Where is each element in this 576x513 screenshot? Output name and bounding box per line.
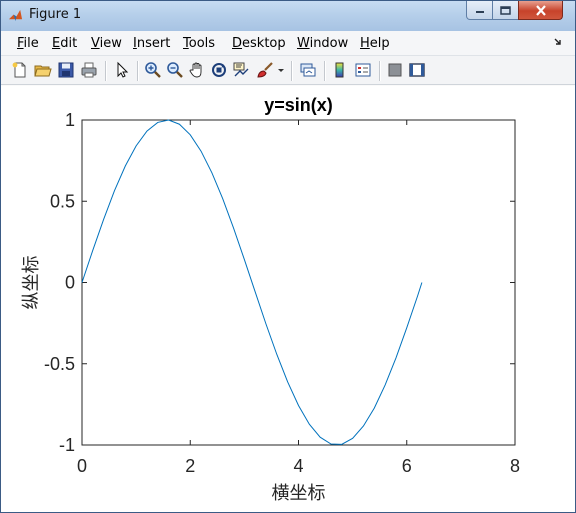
close-icon [535,4,546,16]
y-tick-label: 1 [65,110,75,130]
menu-bar: File Edit View Insert Tools Desktop Wind… [1,31,575,55]
open-file-icon[interactable] [34,61,52,79]
y-tick-label: 0 [65,273,75,293]
data-cursor-icon[interactable] [232,61,250,79]
y-tick-label: -0.5 [44,354,75,374]
x-axis-label: 横坐标 [272,483,326,504]
menu-tools[interactable]: Tools [183,36,215,51]
title-bar[interactable]: Figure 1 [1,1,575,31]
menu-window[interactable]: Window [297,36,348,51]
pan-hand-icon[interactable] [188,61,206,79]
arrow-pointer-icon[interactable] [113,61,131,79]
y-tick-label: 0.5 [50,191,75,211]
link-plot-icon[interactable] [299,61,317,79]
menu-edit[interactable]: Edit [52,36,77,51]
menu-help[interactable]: Help [360,36,390,51]
menu-file[interactable]: File [17,36,39,51]
figure-window: Figure 1 File Edit View Insert Tools Des… [0,0,576,513]
chevron-down-icon[interactable] [277,61,285,79]
y-axis-label: 纵坐标 [21,256,42,310]
y-tick-label: -1 [59,435,75,455]
minimize-icon [475,11,484,13]
legend-icon[interactable] [354,61,372,79]
menu-view[interactable]: View [91,36,122,51]
x-tick-label: 4 [293,456,303,476]
print-icon[interactable] [80,61,98,79]
toolbar-separator [379,61,381,81]
figure-canvas: 0 2 4 6 8 -1 -0.5 0 0.5 1 y=sin(x) 横坐标 纵坐标 [1,86,575,512]
toolbar-separator [105,61,107,81]
x-tick-label: 2 [185,456,195,476]
toolbar-separator [324,61,326,81]
close-button[interactable] [518,1,563,20]
toolbar-separator [137,61,139,81]
brush-icon[interactable] [256,61,274,79]
x-tick-label: 8 [510,456,520,476]
new-figure-icon[interactable] [11,61,29,79]
menu-desktop[interactable]: Desktop [232,36,286,51]
axes-frame [81,119,516,446]
dock-arrow-icon[interactable] [553,37,563,47]
colorbar-icon[interactable] [331,61,349,79]
save-icon[interactable] [57,61,75,79]
x-tick-label: 6 [402,456,412,476]
line-chart[interactable]: 0 2 4 6 8 -1 -0.5 0 0.5 1 y=sin(x) 横坐标 纵坐标 [1,86,575,512]
maximize-icon [500,5,511,15]
zoom-in-icon[interactable] [144,61,162,79]
hide-plot-tools-icon[interactable] [386,61,404,79]
toolbar [1,55,575,85]
matlab-logo-icon [8,9,23,22]
minimize-button[interactable] [466,1,493,20]
x-tick-label: 0 [77,456,87,476]
toolbar-separator [291,61,293,81]
zoom-out-icon[interactable] [166,61,184,79]
chart-title: y=sin(x) [264,95,333,115]
menu-insert[interactable]: Insert [133,36,170,51]
window-title: Figure 1 [29,7,82,22]
rotate-3d-icon[interactable] [210,61,228,79]
maximize-button[interactable] [492,1,519,20]
show-plot-tools-icon[interactable] [408,61,426,79]
